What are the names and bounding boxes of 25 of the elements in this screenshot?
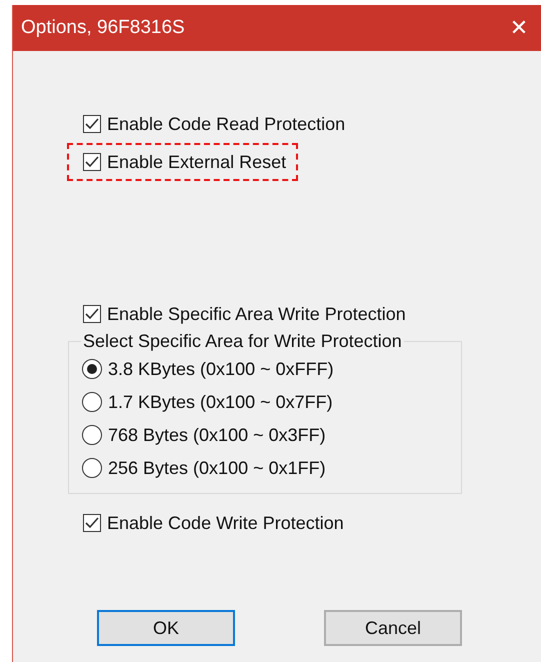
radio-button[interactable] <box>82 359 102 379</box>
checkbox-label: Enable External Reset <box>107 152 286 172</box>
radio-label: 1.7 KBytes (0x100 ~ 0x7FF) <box>108 392 333 412</box>
ok-button[interactable]: OK <box>97 610 235 646</box>
cancel-button[interactable]: Cancel <box>324 610 462 646</box>
checkmark-icon <box>85 517 99 529</box>
checkbox-label: Enable Code Read Protection <box>107 114 346 134</box>
radio-label: 256 Bytes (0x100 ~ 0x1FF) <box>108 458 326 478</box>
checkbox-label: Enable Specific Area Write Protection <box>107 304 406 324</box>
group-title: Select Specific Area for Write Protection <box>82 331 403 352</box>
checkmark-icon <box>85 156 99 168</box>
checkbox[interactable] <box>83 153 101 171</box>
checkbox[interactable] <box>83 514 101 532</box>
window-title: Options, 96F8316S <box>21 17 185 39</box>
radio-label: 3.8 KBytes (0x100 ~ 0xFFF) <box>108 358 334 380</box>
checkmark-icon <box>85 118 99 130</box>
checkbox[interactable] <box>83 115 101 133</box>
checkbox[interactable] <box>83 305 101 323</box>
radio-button[interactable] <box>82 392 102 412</box>
close-button[interactable]: ✕ <box>496 5 541 51</box>
radio-button[interactable] <box>82 458 102 478</box>
radio-button[interactable] <box>82 425 102 445</box>
checkmark-icon <box>85 308 99 320</box>
radio-label: 768 Bytes (0x100 ~ 0x3FF) <box>108 424 326 446</box>
checkbox-label: Enable Code Write Protection <box>107 512 344 534</box>
